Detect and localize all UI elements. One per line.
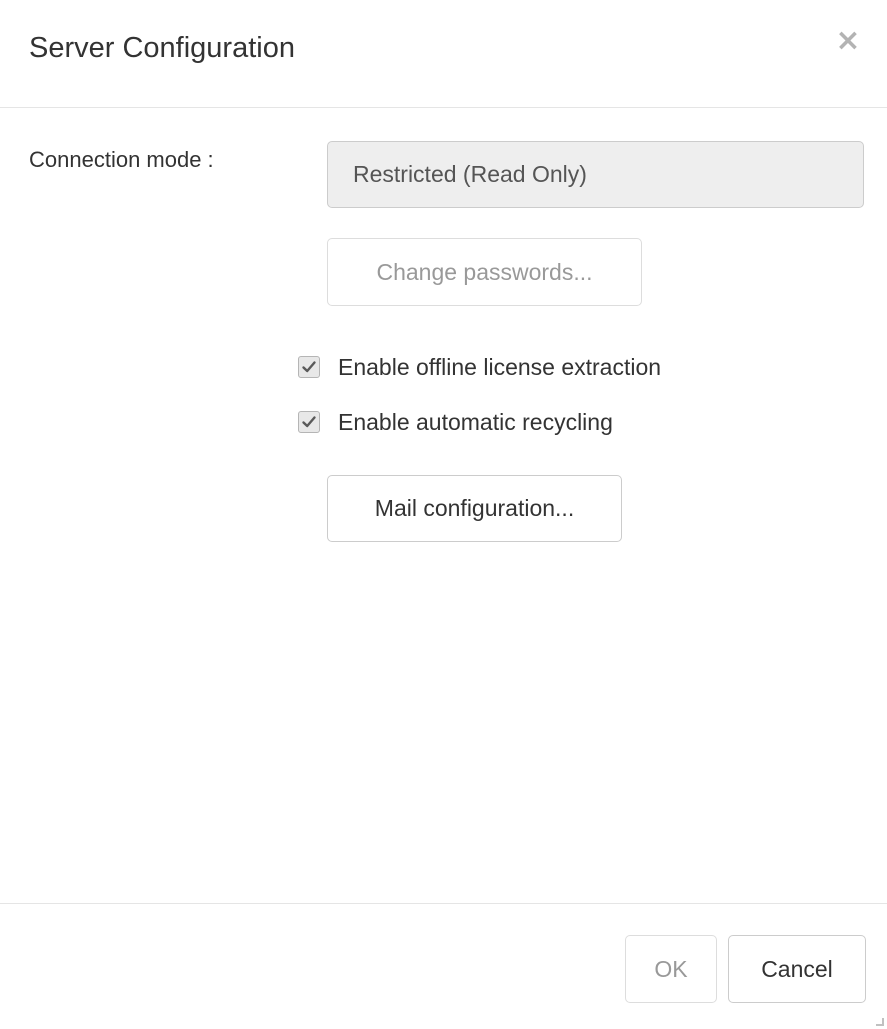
automatic-recycling-checkbox[interactable] [298,411,320,433]
automatic-recycling-label: Enable automatic recycling [338,409,613,435]
ok-button[interactable]: OK [625,935,717,1003]
dialog-title: Server Configuration [29,32,295,64]
close-icon: × [835,23,861,58]
dialog-body: Connection mode : Restricted (Read Only)… [0,108,887,903]
offline-license-label: Enable offline license extraction [338,354,662,380]
offline-license-checkbox[interactable] [298,356,320,378]
cancel-button[interactable]: Cancel [728,935,866,1003]
server-configuration-dialog: Server Configuration × Connection mode :… [0,0,887,1029]
close-button[interactable]: × [835,26,861,56]
resize-grip-icon[interactable] [876,1018,884,1026]
offline-license-option[interactable]: Enable offline license extraction [298,352,661,382]
connection-mode-field: Restricted (Read Only) [327,141,864,208]
change-passwords-button[interactable]: Change passwords... [327,238,642,306]
checkmark-icon [302,361,316,373]
dialog-footer: OK Cancel [0,903,887,1029]
mail-configuration-button[interactable]: Mail configuration... [327,475,622,542]
automatic-recycling-option[interactable]: Enable automatic recycling [298,407,613,437]
checkmark-icon [302,416,316,428]
dialog-header: Server Configuration × [0,0,887,108]
connection-mode-label: Connection mode : [29,147,214,172]
